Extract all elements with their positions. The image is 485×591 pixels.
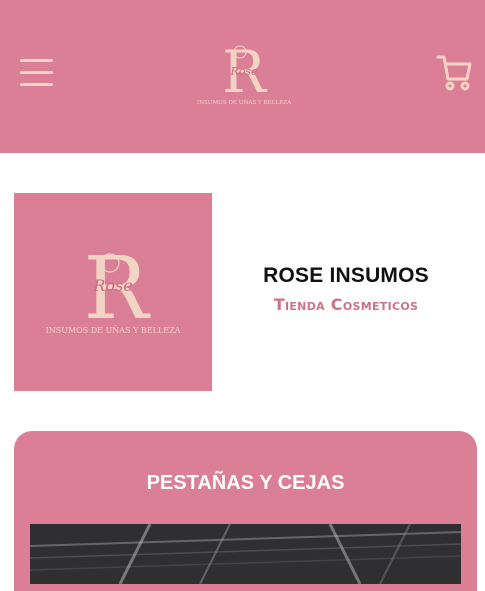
category-title[interactable]: PESTAÑAS Y CEJAS — [0, 472, 485, 495]
menu-line — [20, 71, 53, 74]
store-profile-image: R Rose INSUMOS DE UÑAS Y BELLEZA — [14, 193, 212, 391]
cart-icon[interactable] — [436, 54, 473, 92]
header-logo[interactable]: R Rose INSUMOS DE UÑAS Y BELLEZA — [197, 40, 291, 106]
profile-logo: R Rose INSUMOS DE UÑAS Y BELLEZA — [46, 239, 181, 339]
profile-logo-tagline: INSUMOS DE UÑAS Y BELLEZA — [46, 326, 181, 335]
hamburger-menu-icon[interactable] — [20, 59, 53, 87]
menu-line — [20, 59, 53, 62]
category-image[interactable] — [30, 524, 461, 584]
top-header: R Rose INSUMOS DE UÑAS Y BELLEZA — [0, 0, 485, 153]
header-logo-tagline: INSUMOS DE UÑAS Y BELLEZA — [197, 98, 291, 106]
store-name: ROSE INSUMOS — [263, 264, 429, 287]
lash-trays-photo — [30, 524, 461, 584]
menu-line — [20, 83, 53, 86]
header-logo-script: Rose — [229, 65, 258, 78]
store-subtitle: Tienda Cosmeticos — [273, 295, 419, 314]
profile-logo-script: Rose — [92, 276, 132, 295]
